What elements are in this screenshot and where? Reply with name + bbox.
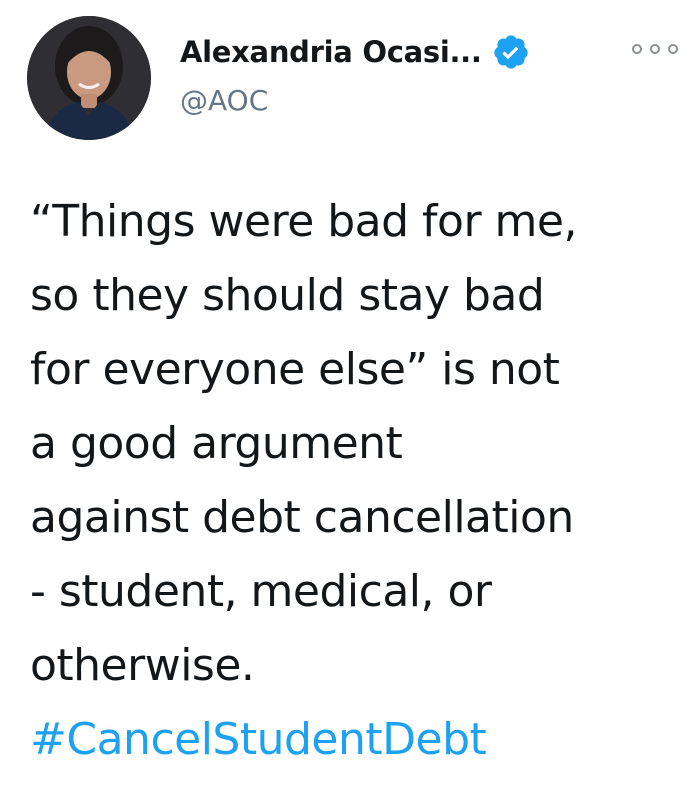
more-options-icon[interactable] bbox=[632, 38, 678, 60]
tweet-line: - student, medical, or bbox=[30, 566, 492, 617]
tweet-line: a good argument bbox=[30, 418, 403, 469]
avatar[interactable] bbox=[27, 16, 151, 140]
more-dot bbox=[668, 44, 678, 54]
display-name[interactable]: Alexandria Ocasi... bbox=[180, 35, 482, 69]
tweet-card: Alexandria Ocasi... @AOC “Things were ba… bbox=[0, 0, 700, 790]
tweet-line: so they should stay bad bbox=[30, 270, 545, 321]
tweet-line: “Things were bad for me, bbox=[30, 196, 577, 247]
profile-photo bbox=[27, 16, 151, 140]
tweet-line: otherwise. bbox=[30, 640, 255, 691]
author-name-row: Alexandria Ocasi... bbox=[180, 30, 530, 74]
more-dot bbox=[632, 44, 642, 54]
more-dot bbox=[650, 44, 660, 54]
tweet-line: for everyone else” is not bbox=[30, 344, 560, 395]
verified-badge-icon bbox=[492, 33, 530, 71]
tweet-text: “Things were bad for me, so they should … bbox=[30, 185, 690, 777]
tweet-line: against debt cancellation bbox=[30, 492, 574, 543]
author-handle[interactable]: @AOC bbox=[180, 84, 268, 117]
hashtag-link[interactable]: #CancelStudentDebt bbox=[30, 703, 690, 777]
